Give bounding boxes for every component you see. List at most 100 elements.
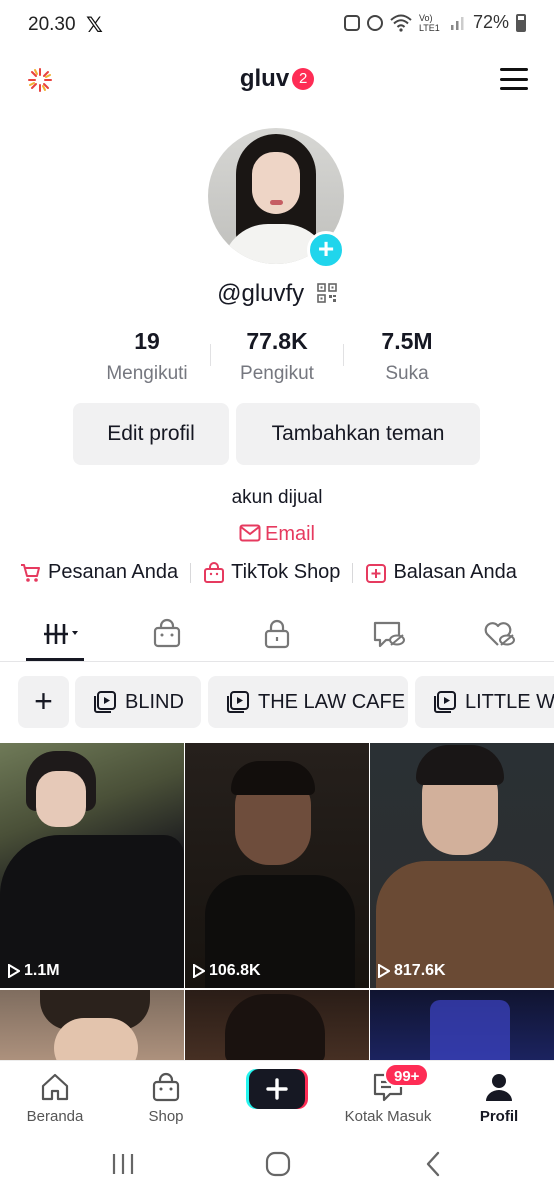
network-label: Vo) LTE1: [418, 12, 440, 33]
shop-bag-icon: [152, 1072, 180, 1102]
bottom-nav: Beranda Shop Kotak Masuk 99+ Profil: [0, 1060, 554, 1138]
x-logo-icon: 𝕏: [86, 14, 103, 37]
home-icon: [41, 1073, 69, 1101]
menu-icon[interactable]: [500, 68, 528, 90]
bio-text: akun dijual: [231, 487, 323, 508]
email-label: Email: [264, 523, 315, 545]
video-thumbnail[interactable]: [370, 990, 554, 1063]
nav-label: Shop: [148, 1108, 184, 1125]
playlist-label: LITTLE WO: [465, 691, 554, 713]
playlist-icon: [434, 691, 456, 713]
link-label: Balasan Anda: [393, 561, 517, 583]
battery-percent: 72%: [472, 12, 509, 32]
divider: [210, 344, 211, 366]
play-icon: [193, 964, 205, 978]
status-bar: 20.30 𝕏 Vo) LTE1 72%: [0, 0, 554, 52]
add-friends-button[interactable]: Tambahkan teman: [236, 403, 480, 465]
notification-icon: [343, 14, 360, 31]
playlist-chip[interactable]: THE LAW CAFE: [208, 676, 408, 728]
video-thumbnail[interactable]: 1.1M: [0, 743, 184, 988]
view-count: 106.8K: [193, 962, 261, 980]
system-nav-bar: [0, 1138, 554, 1200]
account-switcher[interactable]: gluv 2: [0, 65, 554, 93]
content-tabs: [0, 606, 554, 662]
signal-icon: [450, 16, 464, 30]
cart-icon: [21, 563, 40, 582]
page-title[interactable]: gluv: [240, 65, 289, 92]
shop-links: Pesanan Anda TikTok Shop Balasan Anda: [20, 561, 540, 584]
playlist-icon: [94, 691, 116, 713]
account-badge: 2: [292, 68, 315, 90]
status-time: 20.30: [28, 14, 76, 35]
videos-grid-icon[interactable]: [38, 618, 84, 650]
stat-label: Suka: [385, 363, 429, 384]
playlist-icon: [227, 691, 249, 713]
tiktok-shop-link[interactable]: TikTok Shop: [203, 561, 340, 584]
inbox-count-badge: 99+: [384, 1063, 430, 1087]
stat-followers[interactable]: 77.8K Pengikut: [212, 328, 342, 385]
back-icon[interactable]: [424, 1151, 442, 1177]
profile-icon: [486, 1074, 512, 1101]
username-row: @gluvfy: [0, 280, 554, 308]
profile-stats: 19 Mengikuti 77.8K Pengikut 7.5M Suka: [82, 328, 472, 385]
divider: [343, 344, 344, 366]
stat-label: Pengikut: [240, 363, 314, 384]
playlist-label: BLIND: [125, 691, 184, 713]
stat-likes[interactable]: 7.5M Suka: [342, 328, 472, 385]
qr-code-icon[interactable]: [317, 283, 337, 303]
play-icon: [8, 964, 20, 978]
email-link[interactable]: Email: [0, 523, 554, 546]
link-label: TikTok Shop: [231, 561, 341, 583]
view-count-label: 1.1M: [24, 962, 60, 979]
playlist-row: + BLIND THE LAW CAFE LITTLE WO: [18, 676, 554, 728]
playlist-chip[interactable]: LITTLE WO: [415, 676, 554, 728]
nav-label: Profil: [479, 1108, 519, 1125]
reply-icon: [366, 563, 387, 583]
active-tab-indicator: [26, 658, 84, 661]
add-story-plus-icon[interactable]: +: [307, 231, 345, 269]
edit-profile-button[interactable]: Edit profil: [73, 403, 229, 465]
battery-icon: [516, 13, 526, 32]
playlist-label: THE LAW CAFE: [258, 691, 406, 713]
home-button-icon[interactable]: [265, 1151, 291, 1177]
replies-link[interactable]: Balasan Anda: [365, 561, 517, 584]
alarm-icon: [366, 14, 383, 31]
video-thumbnail[interactable]: 106.8K: [185, 743, 369, 988]
view-count: 1.1M: [8, 962, 60, 980]
profile-topbar: gluv 2: [0, 56, 554, 104]
status-icons: Vo) LTE1 72%: [343, 12, 526, 33]
add-playlist-button[interactable]: +: [18, 676, 69, 728]
lock-icon[interactable]: [260, 618, 294, 650]
stat-value: 77.8K: [246, 328, 308, 354]
link-label: Pesanan Anda: [48, 561, 179, 583]
view-count-label: 817.6K: [394, 962, 446, 979]
nav-shop[interactable]: Shop: [116, 1071, 216, 1125]
stat-value: 19: [134, 328, 160, 354]
divider: [352, 562, 354, 583]
view-count: 817.6K: [378, 962, 446, 980]
shop-bag-icon: [204, 561, 225, 583]
orders-link[interactable]: Pesanan Anda: [20, 561, 178, 584]
view-count-label: 106.8K: [209, 962, 261, 979]
wifi-icon: [390, 14, 412, 32]
video-thumbnail[interactable]: 817.6K: [370, 743, 554, 988]
create-plus-icon[interactable]: [246, 1069, 308, 1109]
liked-hidden-icon[interactable]: [482, 618, 516, 650]
nav-home[interactable]: Beranda: [5, 1071, 105, 1125]
hidden-video-icon[interactable]: [372, 618, 406, 650]
recent-apps-icon[interactable]: [110, 1152, 136, 1176]
playlist-chip[interactable]: BLIND: [75, 676, 201, 728]
mail-icon: [239, 524, 261, 542]
username: @gluvfy: [217, 280, 305, 307]
stat-value: 7.5M: [381, 328, 433, 354]
video-grid: 1.1M 106.8K 817.6K: [0, 743, 554, 1063]
divider: [190, 562, 192, 583]
shop-bag-icon[interactable]: [150, 618, 184, 650]
stat-label: Mengikuti: [106, 363, 188, 384]
video-thumbnail[interactable]: [185, 990, 369, 1063]
nav-label: Beranda: [26, 1108, 84, 1125]
nav-label: Kotak Masuk: [344, 1108, 432, 1125]
video-thumbnail[interactable]: [0, 990, 184, 1063]
stat-following[interactable]: 19 Mengikuti: [82, 328, 212, 385]
nav-profile[interactable]: Profil: [449, 1071, 549, 1125]
